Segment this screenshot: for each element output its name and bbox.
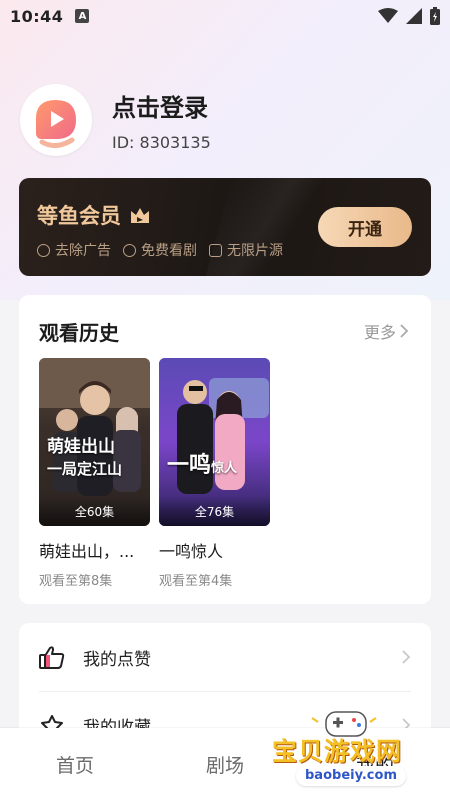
perk-label: 免费看剧 (141, 243, 197, 259)
thumbs-up-icon (39, 646, 65, 669)
vip-title-text: 等鱼会员 (37, 204, 121, 228)
video-title[interactable]: 萌娃出山，... (39, 538, 150, 562)
free-icon (123, 243, 136, 257)
chevron-right-icon (400, 324, 409, 338)
open-vip-button[interactable]: 开通 (318, 207, 412, 247)
wifi-icon (378, 8, 398, 23)
poster-title-art: 萌娃出山 一局定江山 (47, 436, 122, 480)
profile-header[interactable]: 点击登录 ID: 8303135 (20, 84, 430, 156)
vip-membership-card[interactable]: 等鱼会员 去除广告 免费看剧 无限片源 开通 (19, 178, 431, 276)
perk-no-ads: 去除广告 (37, 240, 111, 260)
no-ads-icon (37, 243, 50, 257)
watch-progress: 观看至第4集 (159, 574, 233, 589)
menu-item-likes[interactable]: 我的点赞 (19, 623, 431, 691)
poster-text-line: 萌娃出山 (47, 437, 115, 457)
video-title[interactable]: 一鸣惊人 (159, 538, 270, 562)
menu-label: 我的点赞 (83, 649, 151, 670)
battery-icon (430, 7, 440, 25)
watch-history-section: 观看历史 更多 萌娃出山 一局定江山 全60集 萌娃出山，... 观看至第8集 … (19, 295, 431, 604)
watermark-url: baobeiy.com (296, 766, 406, 786)
vip-perks: 去除广告 免费看剧 无限片源 (37, 240, 283, 260)
signal-icon (406, 8, 422, 24)
history-item[interactable]: 一鸣惊人 全76集 一鸣惊人 观看至第4集 (159, 358, 270, 589)
watch-progress: 观看至第8集 (39, 574, 113, 589)
poster-text-line: 一鸣 (167, 452, 212, 478)
watermark: 宝贝游戏网 baobeiy.com (272, 706, 422, 796)
episode-count: 全76集 (159, 496, 270, 526)
avatar[interactable] (20, 84, 92, 156)
perk-label: 去除广告 (55, 243, 111, 259)
more-link[interactable]: 更多 (364, 319, 409, 343)
perk-label: 无限片源 (227, 243, 283, 259)
tab-home[interactable]: 首页 (0, 751, 150, 778)
status-indicators (378, 7, 440, 25)
more-label: 更多 (363, 323, 396, 342)
perk-free-watch: 免费看剧 (123, 240, 197, 260)
perk-unlimited: 无限片源 (209, 240, 283, 260)
poster-text-line: 一局定江山 (47, 460, 123, 478)
notification-icon: A (75, 9, 90, 23)
user-id: ID: 8303135 (112, 133, 211, 152)
app-logo-icon (36, 100, 76, 148)
status-time: 10:44 (10, 6, 64, 26)
video-poster[interactable]: 萌娃出山 一局定江山 全60集 (39, 358, 150, 526)
poster-text-line: 惊人 (211, 461, 238, 476)
episode-count: 全60集 (39, 496, 150, 526)
history-item[interactable]: 萌娃出山 一局定江山 全60集 萌娃出山，... 观看至第8集 (39, 358, 150, 589)
chevron-right-icon (402, 650, 411, 664)
watermark-text: 宝贝游戏网 (272, 737, 403, 766)
status-bar: 10:44 A (0, 0, 450, 32)
login-link[interactable]: 点击登录 (112, 88, 211, 123)
video-icon (209, 243, 222, 257)
crown-icon (131, 208, 149, 223)
poster-title-art: 一鸣惊人 (167, 454, 237, 480)
video-poster[interactable]: 一鸣惊人 全76集 (159, 358, 270, 526)
section-title: 观看历史 (39, 321, 119, 345)
vip-title: 等鱼会员 (37, 200, 151, 230)
